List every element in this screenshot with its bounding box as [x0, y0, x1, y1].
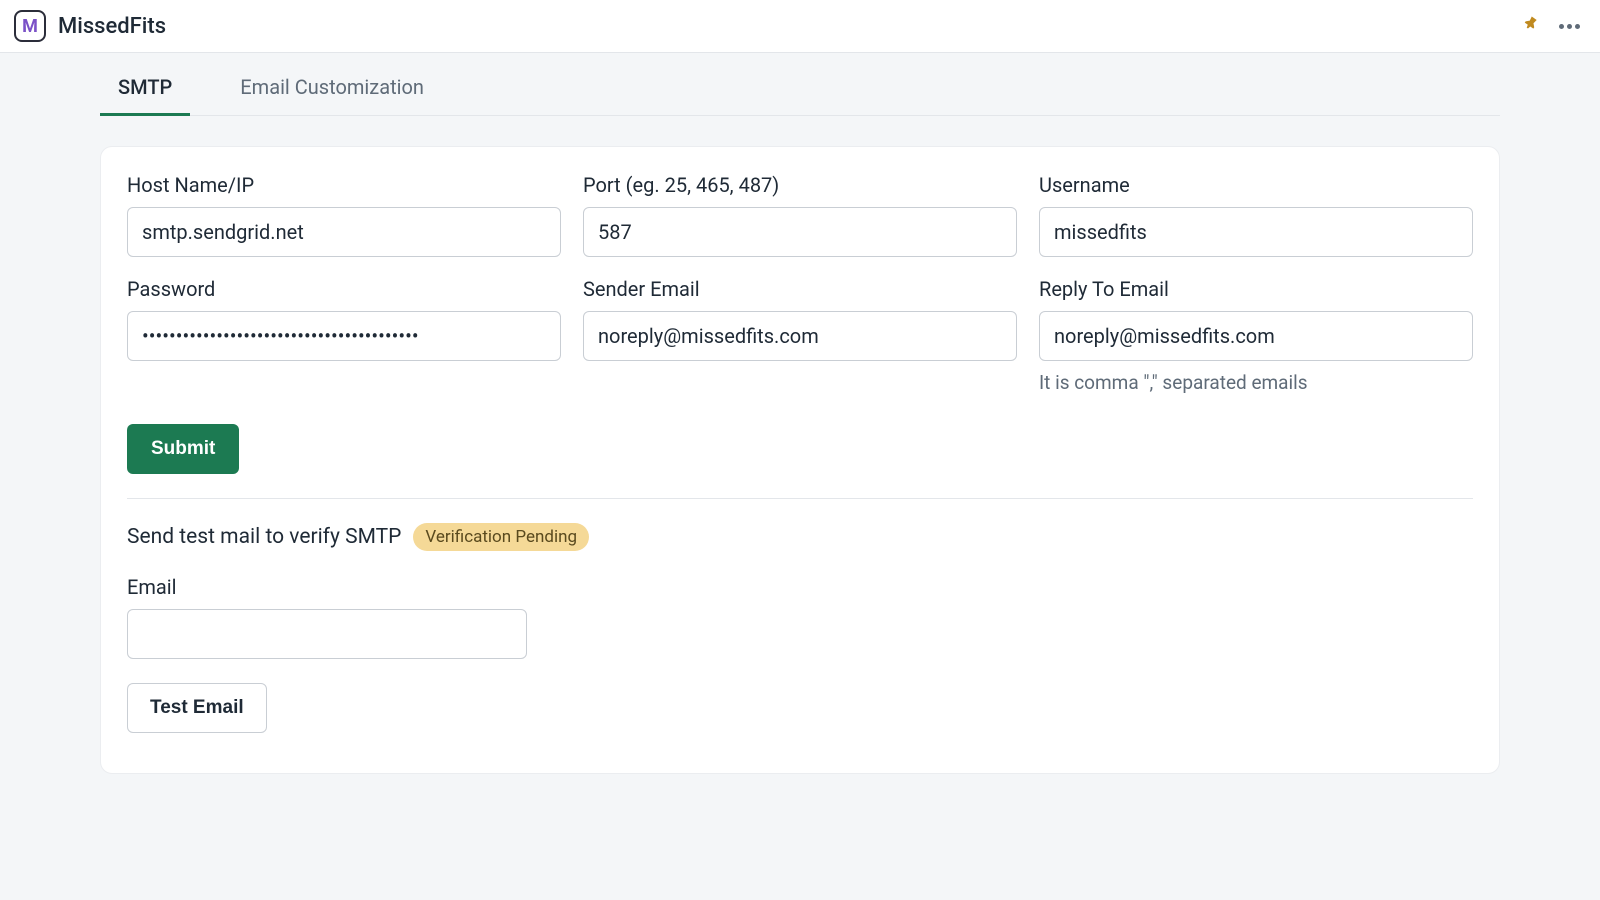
- label-username: Username: [1039, 173, 1473, 197]
- app-logo-letter: M: [22, 16, 38, 37]
- app-logo: M: [14, 10, 46, 42]
- smtp-form: Host Name/IP Port (eg. 25, 465, 487) Use…: [127, 173, 1473, 394]
- input-port[interactable]: [583, 207, 1017, 257]
- helper-reply-to: It is comma "," separated emails: [1039, 371, 1473, 394]
- input-reply-to[interactable]: [1039, 311, 1473, 361]
- field-port: Port (eg. 25, 465, 487): [583, 173, 1017, 257]
- test-heading-row: Send test mail to verify SMTP Verificati…: [127, 523, 1473, 551]
- app-header-right: [1523, 15, 1580, 37]
- divider: [127, 498, 1473, 499]
- field-sender-email: Sender Email: [583, 277, 1017, 394]
- label-test-email: Email: [127, 575, 527, 599]
- label-password: Password: [127, 277, 561, 301]
- test-heading: Send test mail to verify SMTP: [127, 525, 401, 549]
- field-reply-to: Reply To Email It is comma "," separated…: [1039, 277, 1473, 394]
- field-test-email: Email: [127, 575, 527, 659]
- label-host: Host Name/IP: [127, 173, 561, 197]
- test-email-button-label: Test Email: [150, 697, 244, 718]
- tabs-bar: SMTP Email Customization: [100, 59, 1500, 116]
- pin-icon[interactable]: [1523, 15, 1541, 37]
- status-badge: Verification Pending: [413, 523, 589, 551]
- smtp-card: Host Name/IP Port (eg. 25, 465, 487) Use…: [100, 146, 1500, 774]
- app-header: M MissedFits: [0, 0, 1600, 53]
- more-icon[interactable]: [1559, 24, 1580, 29]
- label-sender-email: Sender Email: [583, 277, 1017, 301]
- tab-email-customization[interactable]: Email Customization: [222, 59, 442, 116]
- field-host: Host Name/IP: [127, 173, 561, 257]
- test-email-button[interactable]: Test Email: [127, 683, 267, 733]
- submit-button-label: Submit: [151, 438, 215, 459]
- submit-button[interactable]: Submit: [127, 424, 239, 474]
- tab-label: SMTP: [118, 75, 172, 99]
- input-username[interactable]: [1039, 207, 1473, 257]
- app-header-left: M MissedFits: [14, 10, 166, 42]
- input-sender-email[interactable]: [583, 311, 1017, 361]
- app-title: MissedFits: [58, 14, 166, 39]
- label-reply-to: Reply To Email: [1039, 277, 1473, 301]
- label-port: Port (eg. 25, 465, 487): [583, 173, 1017, 197]
- input-test-email[interactable]: [127, 609, 527, 659]
- input-password[interactable]: [127, 311, 561, 361]
- tab-label: Email Customization: [240, 75, 424, 99]
- field-username: Username: [1039, 173, 1473, 257]
- field-password: Password: [127, 277, 561, 394]
- input-host[interactable]: [127, 207, 561, 257]
- content: SMTP Email Customization Host Name/IP Po…: [0, 59, 1600, 834]
- tab-smtp[interactable]: SMTP: [100, 59, 190, 116]
